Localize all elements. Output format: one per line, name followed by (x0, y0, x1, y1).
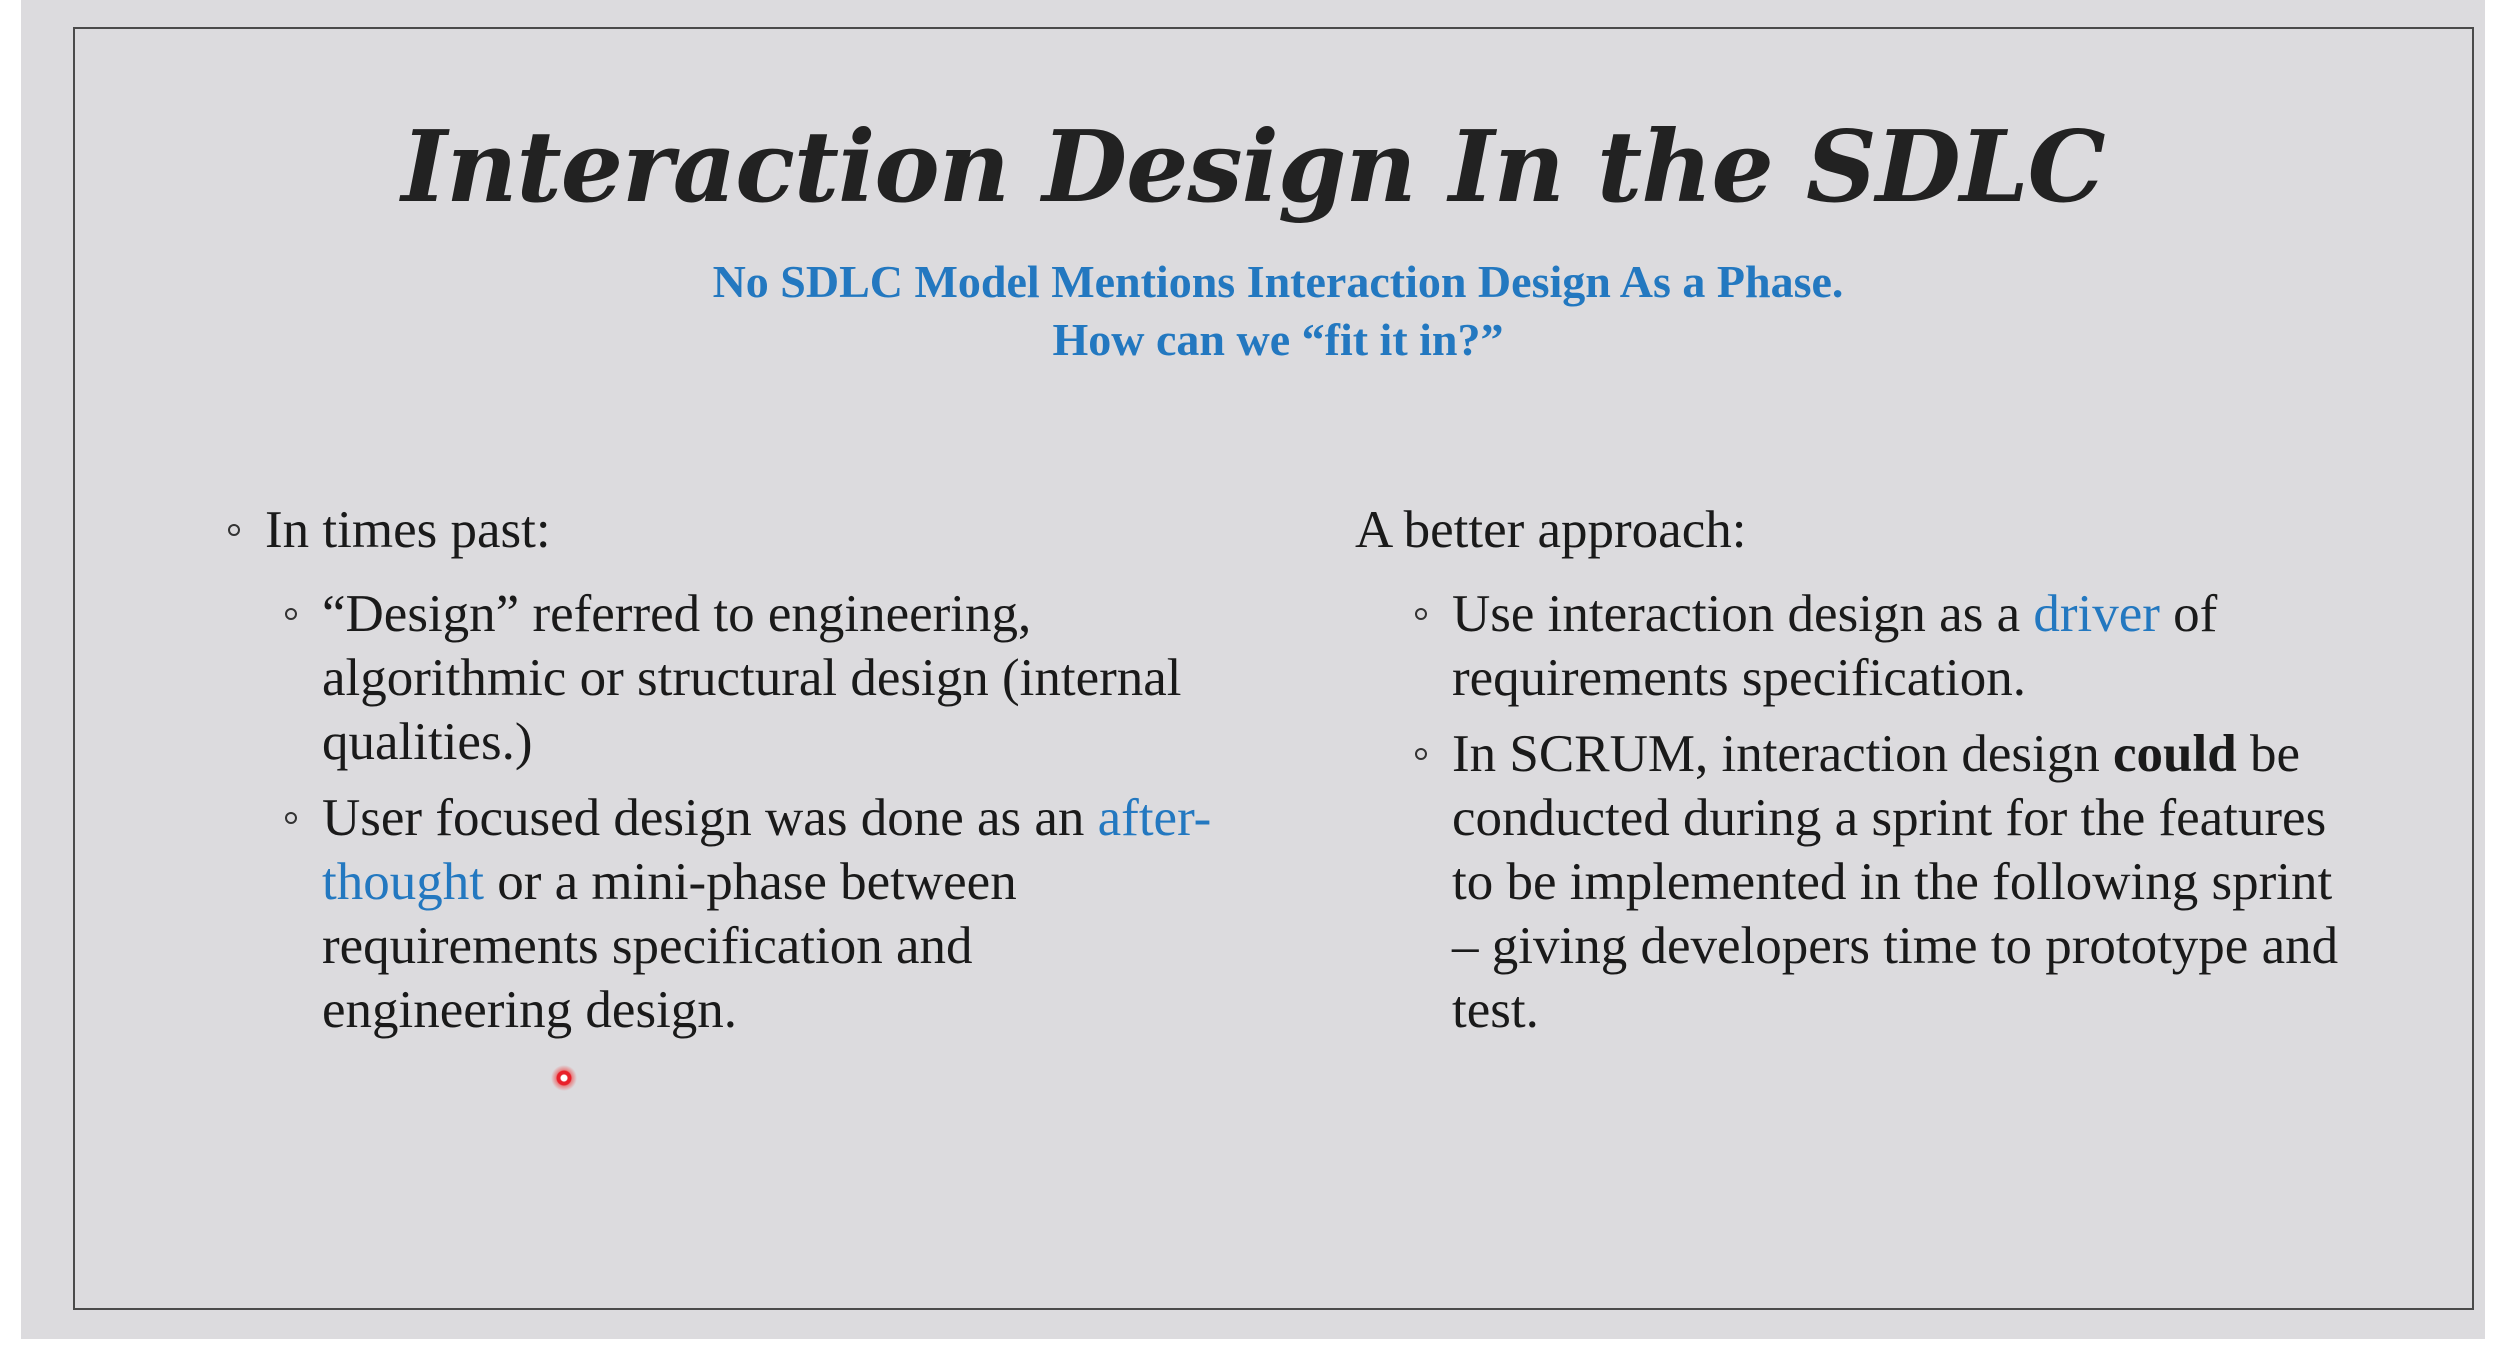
left-bullet-2-text-pre: User focused design was done as an (322, 789, 1098, 847)
left-bullet-1-text: “Design” referred to engineering, algori… (322, 585, 1182, 771)
left-column: In times past: “Design” referred to engi… (225, 498, 1225, 1042)
presentation-viewport: Interaction Design In the SDLC No SDLC M… (0, 0, 2506, 1360)
laser-pointer-icon (551, 1065, 577, 1091)
slide-subtitle: No SDLC Model Mentions Interaction Desig… (0, 253, 2506, 369)
slide-title: Interaction Design In the SDLC (401, 110, 2105, 225)
hollow-bullet-icon (1415, 748, 1427, 760)
right-heading-item: A better approach: (1355, 498, 2355, 562)
right-bullet-1-accent: driver (2033, 585, 2160, 643)
right-bullet-2-bold: could (2112, 725, 2237, 783)
left-heading-item: In times past: (225, 498, 1225, 562)
left-bullet-2: User focused design was done as an after… (225, 786, 1225, 1042)
right-bullet-1-text-pre: Use interaction design as a (1452, 585, 2034, 643)
left-bullet-1: “Design” referred to engineering, algori… (225, 582, 1225, 774)
hollow-bullet-icon (228, 524, 240, 536)
right-bullet-2: In SCRUM, interaction design could be co… (1355, 722, 2355, 1042)
right-column: A better approach: Use interaction desig… (1355, 498, 2355, 1042)
right-heading: A better approach: (1355, 501, 1747, 559)
subtitle-line-2: How can we “fit it in?” (1052, 314, 1504, 365)
right-bullet-2-text-pre: In SCRUM, interaction design (1452, 725, 2113, 783)
hollow-bullet-icon (1415, 608, 1427, 620)
right-bullet-1: Use interaction design as a driver of re… (1355, 582, 2355, 710)
hollow-bullet-icon (285, 812, 297, 824)
subtitle-line-1: No SDLC Model Mentions Interaction Desig… (712, 256, 1844, 307)
hollow-bullet-icon (285, 608, 297, 620)
left-heading: In times past: (265, 501, 551, 559)
